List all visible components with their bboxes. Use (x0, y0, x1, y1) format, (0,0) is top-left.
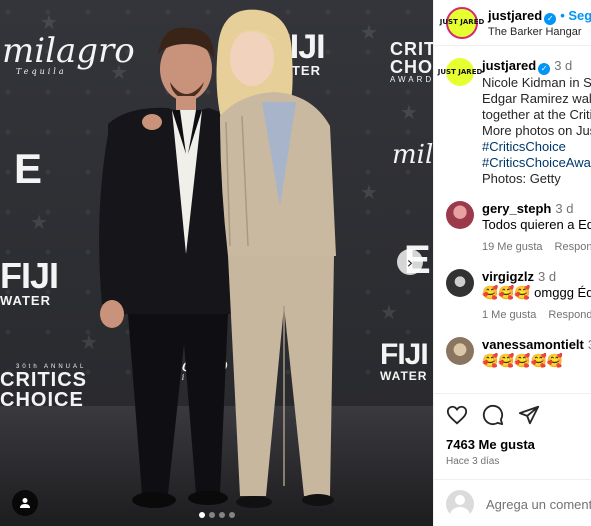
carousel-dot[interactable] (198, 512, 205, 518)
next-photo-button[interactable]: › (397, 249, 423, 275)
comment-input[interactable]: Agrega un comentario... (486, 497, 591, 512)
action-bar: 7463 Me gusta Hace 3 días Agrega un come… (434, 393, 591, 526)
post-photo[interactable]: ★ ★ ★ ★ ★ ★ ★ ★ ★ ★ milagro Tequila E FI… (0, 0, 433, 526)
reply-button[interactable]: Responder (555, 241, 591, 253)
justjared-avatar[interactable]: JUST JARED (438, 58, 482, 86)
add-comment-bar: Agrega un comentario... (434, 479, 591, 526)
hashtag-link[interactable]: #CriticsChoice (482, 139, 591, 155)
post-header: JUST JARED justjared✓• Seguir The Barker… (434, 0, 591, 46)
comment-text: Todos quieren a Edg (482, 217, 591, 232)
caption-line: Edgar Ramirez walk th (482, 91, 591, 106)
milagro-logo: milagro (392, 140, 433, 170)
comment: virgigzlz 3 d 🥰🥰🥰 omggg Éd 1 Me gusta Resp… (446, 269, 591, 323)
comment-username[interactable]: virgigzlz (482, 269, 534, 284)
hashtag-link[interactable]: #CriticsChoiceAwards (482, 155, 591, 171)
post-date[interactable]: Hace 3 días (446, 456, 579, 467)
backdrop-star: ★ (360, 20, 378, 44)
justjared-avatar[interactable]: JUST JARED (440, 6, 484, 39)
post-sidebar: JUST JARED justjared✓• Seguir The Barker… (433, 0, 591, 526)
like-count[interactable]: 7463 Me gusta (446, 437, 579, 452)
current-user-avatar (446, 490, 474, 518)
carousel-dot[interactable] (208, 512, 215, 518)
e-network-logo: E (14, 145, 43, 192)
comment-time: 3 d (538, 269, 557, 284)
backdrop-star: ★ (360, 180, 378, 204)
comment-bubble-icon[interactable] (482, 404, 504, 426)
woman-in-beige-suit (216, 9, 336, 508)
verified-badge-icon: ✓ (544, 13, 557, 25)
backdrop-star: ★ (400, 100, 418, 124)
like-heart-icon[interactable] (446, 404, 468, 426)
comment-text: 🥰🥰🥰🥰🥰 (482, 353, 563, 368)
comment-likes[interactable]: 1 Me gusta (482, 309, 536, 321)
backdrop-star: ★ (30, 210, 48, 234)
commenter-avatar[interactable] (446, 337, 474, 365)
comment-likes[interactable]: 19 Me gusta (482, 241, 543, 253)
comment: vanessamontielt3 d 🥰🥰🥰🥰🥰 (446, 337, 591, 369)
comment-username[interactable]: gery_steph (482, 201, 551, 216)
commenter-avatar[interactable] (446, 269, 474, 297)
reply-button[interactable]: Responder (548, 309, 591, 321)
critics-choice-logo: CRITICS CHOICE AWARDS (390, 39, 433, 84)
carousel-dots (0, 512, 433, 518)
comment-text: 🥰🥰🥰 omggg Éd (482, 285, 591, 300)
photo-credit: Photos: Getty (482, 171, 561, 186)
caption: JUST JARED justjared ✓ 3 d Nicole Kidman i… (438, 58, 591, 187)
commenter-avatar[interactable] (446, 201, 474, 229)
comment-time: 3 d (555, 201, 574, 216)
share-paper-plane-icon[interactable] (518, 404, 540, 426)
fiji-logo: FIJI WATER (0, 255, 59, 308)
carousel-dot[interactable] (218, 512, 225, 518)
caption-line: Nicole Kidman in Saint (482, 75, 591, 90)
comment-username[interactable]: vanessamontielt (482, 337, 584, 352)
carousel-dot[interactable] (228, 512, 235, 518)
caption-line: together at the Critics (482, 107, 591, 122)
backdrop-star: ★ (380, 300, 398, 324)
caption-line: More photos on JustJa (482, 123, 591, 138)
comment: gery_steph 3 d Todos quieren a Edg 19 Me … (446, 201, 591, 255)
comments-section: JUST JARED justjared ✓ 3 d Nicole Kidman i… (434, 46, 591, 369)
author-username[interactable]: justjared (488, 8, 542, 23)
caption-time[interactable]: 3 d (554, 58, 572, 73)
location-link[interactable]: The Barker Hangar (488, 26, 591, 38)
header-meta: justjared✓• Seguir The Barker Hangar (488, 7, 591, 38)
follow-button[interactable]: • Seguir (560, 8, 591, 23)
verified-badge-icon: ✓ (538, 63, 551, 75)
user-icon (20, 498, 30, 508)
caption-username[interactable]: justjared (482, 58, 536, 73)
fiji-logo: FIJI WATER (380, 338, 429, 383)
